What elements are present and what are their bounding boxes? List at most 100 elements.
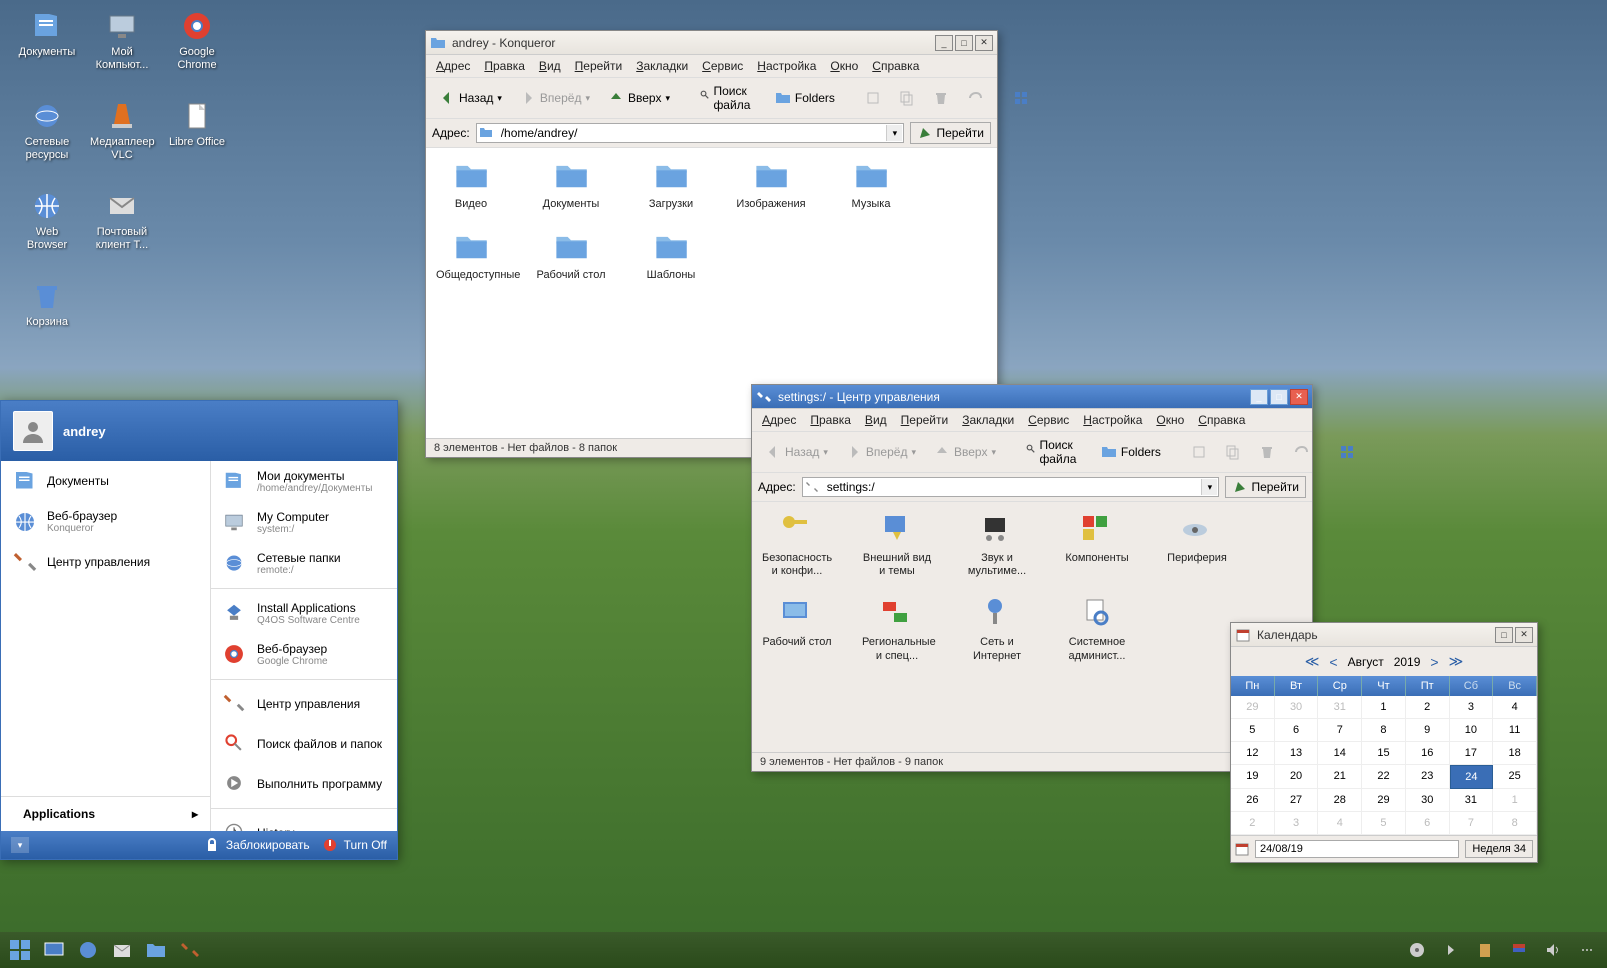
calendar-day[interactable]: 19 xyxy=(1231,765,1275,789)
menu-item[interactable]: Справка xyxy=(1198,413,1245,427)
start-item[interactable]: Центр управления xyxy=(211,684,397,724)
addr-dropdown[interactable]: ▾ xyxy=(886,125,902,141)
tray-clipboard-icon[interactable] xyxy=(1471,936,1499,964)
calendar-day[interactable]: 3 xyxy=(1275,812,1319,835)
menu-item[interactable]: Окно xyxy=(1156,413,1184,427)
calendar-day[interactable]: 18 xyxy=(1493,742,1537,765)
settings-item[interactable]: Компоненты xyxy=(1062,512,1132,578)
calendar-day[interactable]: 6 xyxy=(1275,719,1319,742)
folder-item[interactable]: Изображения xyxy=(736,158,806,211)
calendar-day[interactable]: 1 xyxy=(1493,789,1537,812)
go-button[interactable]: Перейти xyxy=(1225,476,1306,498)
undo-button[interactable] xyxy=(960,87,990,109)
tray-expand-icon[interactable] xyxy=(1573,936,1601,964)
up-button[interactable]: Вверх▾ xyxy=(601,87,677,109)
cut-button[interactable] xyxy=(1184,441,1214,463)
taskbar-tools-icon[interactable] xyxy=(176,936,204,964)
tray-volume-icon[interactable] xyxy=(1539,936,1567,964)
calendar-day[interactable]: 10 xyxy=(1450,719,1494,742)
start-button[interactable] xyxy=(6,936,34,964)
minimize-button[interactable]: _ xyxy=(1250,389,1268,405)
settings-item[interactable]: Внешний вид и темы xyxy=(862,512,932,578)
menu-item[interactable]: Перейти xyxy=(901,413,949,427)
minimize-button[interactable]: _ xyxy=(935,35,953,51)
close-button[interactable]: ✕ xyxy=(1290,389,1308,405)
tray-arrow-icon[interactable] xyxy=(1437,936,1465,964)
desktop-icon-globe[interactable]: Web Browser xyxy=(15,190,79,252)
taskbar-browser-icon[interactable] xyxy=(74,936,102,964)
search-button[interactable]: Поиск файла xyxy=(693,81,764,115)
menu-item[interactable]: Закладки xyxy=(962,413,1014,427)
calendar-day[interactable]: 8 xyxy=(1362,719,1406,742)
menu-item[interactable]: Сервис xyxy=(702,59,743,73)
taskbar-folder-icon[interactable] xyxy=(142,936,170,964)
menu-item[interactable]: Окно xyxy=(830,59,858,73)
settings-item[interactable]: Сеть и Интернет xyxy=(962,596,1032,662)
desktop-icon-vlc[interactable]: Медиаплеер VLC xyxy=(90,100,154,162)
calendar-day[interactable]: 29 xyxy=(1362,789,1406,812)
settings-item[interactable]: Безопасность и конфи... xyxy=(762,512,832,578)
taskbar-desktop-icon[interactable] xyxy=(40,936,68,964)
prev-month-button[interactable]: < xyxy=(1329,654,1337,670)
calendar-day[interactable]: 20 xyxy=(1275,765,1319,789)
folder-item[interactable]: Видео xyxy=(436,158,506,211)
folder-item[interactable]: Музыка xyxy=(836,158,906,211)
settings-item[interactable]: Рабочий стол xyxy=(762,596,832,662)
desktop-icon-chrome[interactable]: Google Chrome xyxy=(165,10,229,72)
maximize-button[interactable]: □ xyxy=(1270,389,1288,405)
konq-titlebar[interactable]: andrey - Konqueror _ □ ✕ xyxy=(426,31,997,55)
calendar-day[interactable]: 26 xyxy=(1231,789,1275,812)
prev-year-button[interactable]: ≪ xyxy=(1305,653,1320,670)
menu-item[interactable]: Адрес xyxy=(762,413,796,427)
menu-item[interactable]: Настройка xyxy=(757,59,816,73)
menu-item[interactable]: Настройка xyxy=(1083,413,1142,427)
menu-item[interactable]: Закладки xyxy=(636,59,688,73)
calendar-year[interactable]: 2019 xyxy=(1394,655,1421,669)
calendar-day[interactable]: 17 xyxy=(1450,742,1494,765)
start-item[interactable]: Поиск файлов и папок xyxy=(211,724,397,764)
menu-item[interactable]: Правка xyxy=(810,413,851,427)
calendar-day[interactable]: 9 xyxy=(1406,719,1450,742)
calendar-day[interactable]: 13 xyxy=(1275,742,1319,765)
calendar-day[interactable]: 30 xyxy=(1406,789,1450,812)
start-item[interactable]: Выполнить программу xyxy=(211,764,397,804)
calendar-day[interactable]: 15 xyxy=(1362,742,1406,765)
calendar-day[interactable]: 16 xyxy=(1406,742,1450,765)
calendar-day[interactable]: 28 xyxy=(1318,789,1362,812)
copy-button[interactable] xyxy=(1218,441,1248,463)
folder-item[interactable]: Документы xyxy=(536,158,606,211)
close-button[interactable]: ✕ xyxy=(1515,627,1533,643)
calendar-day[interactable]: 30 xyxy=(1275,696,1319,719)
undo-button[interactable] xyxy=(1286,441,1316,463)
desktop-icon-mycomp[interactable]: Мой Компьют... xyxy=(90,10,154,72)
calendar-day[interactable]: 11 xyxy=(1493,719,1537,742)
start-item[interactable]: Документы xyxy=(1,461,210,501)
calendar-day[interactable]: 24 xyxy=(1450,765,1494,789)
folder-item[interactable]: Загрузки xyxy=(636,158,706,211)
desktop-icon-net[interactable]: Сетевые ресурсы xyxy=(15,100,79,162)
calendar-titlebar[interactable]: Календарь □ ✕ xyxy=(1231,623,1537,647)
calendar-day[interactable]: 8 xyxy=(1493,812,1537,835)
tray-flag-icon[interactable] xyxy=(1505,936,1533,964)
cut-button[interactable] xyxy=(858,87,888,109)
calendar-day[interactable]: 31 xyxy=(1450,789,1494,812)
up-button[interactable]: Вверх▾ xyxy=(927,441,1003,463)
address-input[interactable] xyxy=(476,123,905,143)
date-input[interactable] xyxy=(1255,840,1459,858)
calendar-day[interactable]: 1 xyxy=(1362,696,1406,719)
calendar-month[interactable]: Август xyxy=(1348,655,1384,669)
calendar-day[interactable]: 7 xyxy=(1450,812,1494,835)
copy-button[interactable] xyxy=(892,87,922,109)
start-item[interactable]: Мои документы/home/andrey/Документы xyxy=(211,461,397,502)
menu-item[interactable]: Вид xyxy=(865,413,887,427)
folders-button[interactable]: Folders xyxy=(1094,441,1168,463)
menu-item[interactable]: Перейти xyxy=(575,59,623,73)
close-button[interactable]: ✕ xyxy=(975,35,993,51)
desktop-icon-docs[interactable]: Документы xyxy=(15,10,79,59)
start-item[interactable]: Веб-браузерKonqueror xyxy=(1,501,210,542)
settings-item[interactable]: Периферия xyxy=(1162,512,1232,578)
start-item[interactable]: Центр управления xyxy=(1,542,210,582)
start-item[interactable]: Веб-браузерGoogle Chrome xyxy=(211,634,397,675)
start-item[interactable]: My Computersystem:/ xyxy=(211,502,397,543)
addr-dropdown[interactable]: ▾ xyxy=(1201,479,1217,495)
